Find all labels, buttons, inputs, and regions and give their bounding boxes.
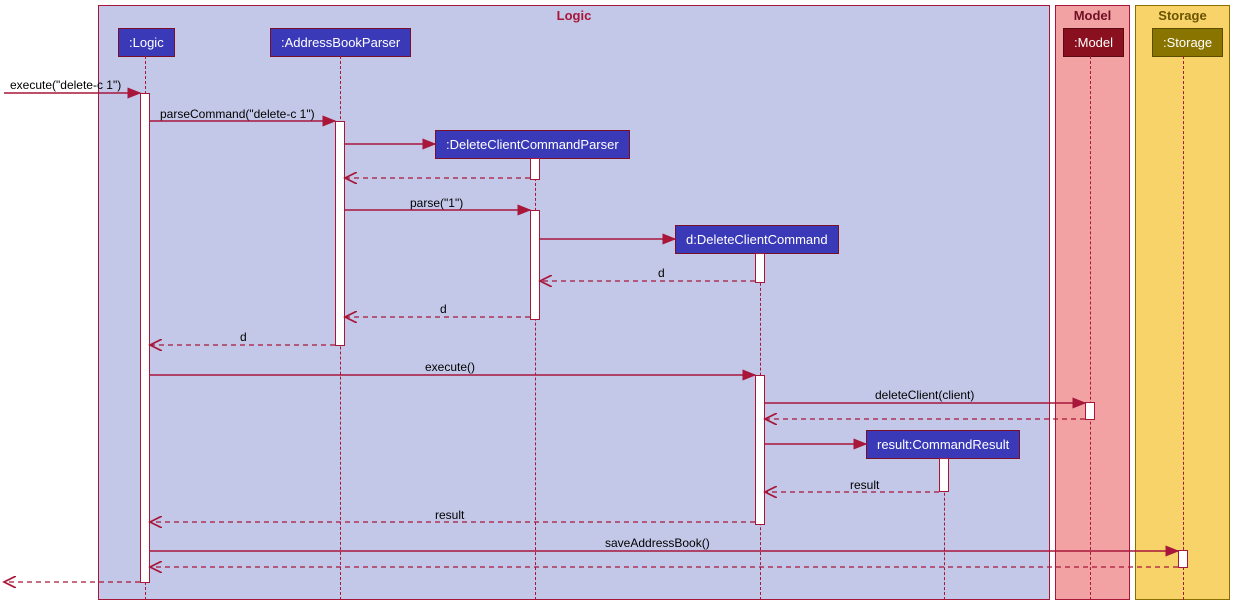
partition-storage-title: Storage xyxy=(1158,8,1206,23)
activation-dccp-2 xyxy=(530,210,540,320)
participant-deleteclientcommandparser: :DeleteClientCommandParser xyxy=(435,130,630,159)
partition-model-title: Model xyxy=(1074,8,1112,23)
partition-logic: Logic xyxy=(98,5,1050,600)
activation-storage-1 xyxy=(1178,550,1188,568)
participant-commandresult-label: result:CommandResult xyxy=(877,437,1009,452)
activation-logic-1 xyxy=(140,93,150,583)
participant-deleteclientcommand-label: d:DeleteClientCommand xyxy=(686,232,828,247)
msg-return-d-2: d xyxy=(440,302,447,316)
participant-deleteclientcommandparser-label: :DeleteClientCommandParser xyxy=(446,137,619,152)
msg-parsecommand: parseCommand("delete-c 1") xyxy=(160,107,315,121)
participant-logic-label: :Logic xyxy=(129,35,164,50)
lifeline-storage xyxy=(1183,56,1184,600)
sequence-diagram: Logic Model Storage :Logic :AddressBookP… xyxy=(0,0,1238,605)
msg-execute-cmd: execute("delete-c 1") xyxy=(10,78,121,92)
participant-commandresult: result:CommandResult xyxy=(866,430,1020,459)
activation-dccp-1 xyxy=(530,158,540,180)
activation-model-1 xyxy=(1085,402,1095,420)
msg-saveaddressbook: saveAddressBook() xyxy=(605,536,710,550)
participant-addressbookparser: :AddressBookParser xyxy=(270,28,411,57)
activation-dcc-2 xyxy=(755,375,765,525)
lifeline-model xyxy=(1090,56,1091,600)
msg-deleteclient: deleteClient(client) xyxy=(875,388,974,402)
participant-logic: :Logic xyxy=(118,28,175,57)
activation-dcc-1 xyxy=(755,253,765,283)
msg-execute: execute() xyxy=(425,360,475,374)
msg-parse: parse("1") xyxy=(410,196,463,210)
participant-deleteclientcommand: d:DeleteClientCommand xyxy=(675,225,839,254)
participant-model-label: :Model xyxy=(1074,35,1113,50)
msg-return-d-1: d xyxy=(658,266,665,280)
participant-model: :Model xyxy=(1063,28,1124,57)
partition-logic-title: Logic xyxy=(557,8,592,23)
partition-model: Model xyxy=(1055,5,1130,600)
activation-abp-1 xyxy=(335,121,345,346)
msg-return-result-1: result xyxy=(850,478,879,492)
participant-storage-label: :Storage xyxy=(1163,35,1212,50)
participant-storage: :Storage xyxy=(1152,28,1223,57)
participant-addressbookparser-label: :AddressBookParser xyxy=(281,35,400,50)
activation-cr-1 xyxy=(939,458,949,492)
msg-return-result-2: result xyxy=(435,508,464,522)
msg-return-d-3: d xyxy=(240,330,247,344)
